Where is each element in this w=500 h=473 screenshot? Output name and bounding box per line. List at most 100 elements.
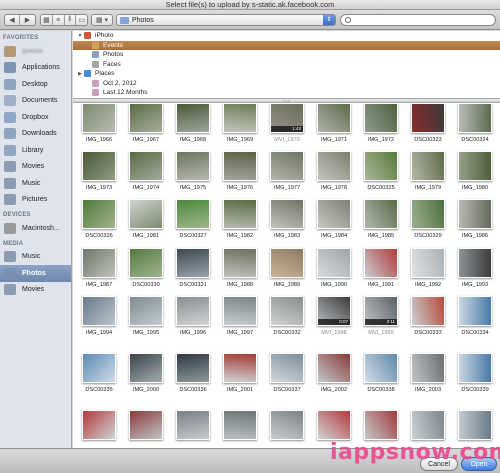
sidebar-item-applications[interactable]: Applications bbox=[0, 60, 71, 77]
browser-row-label: Places bbox=[95, 70, 115, 78]
toolbar: ◀ ▶ ▦ ≡ ⫴ ▭ ▦ ▾ Photos ⇕ bbox=[0, 10, 500, 30]
photo-image bbox=[411, 199, 445, 229]
location-popup[interactable]: Photos ⇕ bbox=[116, 14, 336, 26]
disclosure-triangle-icon[interactable]: ▶ bbox=[76, 71, 84, 77]
browser-row-oct-2-2012[interactable]: Oct 2, 2012 bbox=[73, 79, 500, 89]
video-duration: 0:07 bbox=[318, 319, 350, 325]
arrange-button[interactable]: ▦ ▾ bbox=[92, 15, 112, 25]
photo-image bbox=[129, 248, 163, 278]
photo-image bbox=[270, 199, 304, 229]
photo-image bbox=[82, 199, 116, 229]
sidebar-item-downloads[interactable]: Downloads bbox=[0, 126, 71, 143]
photo-image bbox=[458, 103, 492, 133]
sidebar-item-music[interactable]: Music bbox=[0, 249, 71, 266]
photo-image bbox=[411, 353, 445, 383]
photo-image bbox=[129, 103, 163, 133]
photo-image bbox=[270, 248, 304, 278]
photo-image bbox=[270, 410, 304, 440]
photo-image bbox=[317, 151, 351, 181]
browser-row-last-12-months[interactable]: Last 12 Months bbox=[73, 88, 500, 98]
browser-row-label: Events bbox=[103, 41, 123, 49]
sidebar-item-library[interactable]: Library bbox=[0, 142, 71, 159]
icon-view-button[interactable]: ▦ bbox=[41, 15, 53, 25]
browser-row-label: Last 12 Months bbox=[103, 89, 148, 97]
hard-drive-icon bbox=[4, 222, 16, 234]
photo-caption: DSC00334 bbox=[461, 330, 489, 336]
photo-image bbox=[129, 410, 163, 440]
photo-image bbox=[223, 151, 257, 181]
photo-image bbox=[411, 296, 445, 326]
video-duration: 1:42 bbox=[271, 126, 303, 132]
back-forward-control: ◀ ▶ bbox=[4, 14, 36, 26]
browser-row-faces[interactable]: Faces bbox=[73, 60, 500, 70]
popup-arrows-icon: ⇕ bbox=[323, 15, 335, 25]
browser-item-icon bbox=[92, 60, 99, 68]
search-field[interactable] bbox=[340, 14, 496, 26]
window-title: Select file(s) to upload by s-static.ak.… bbox=[165, 0, 335, 9]
library-folder-icon bbox=[4, 144, 16, 156]
browser-row-places[interactable]: ▶ Places bbox=[73, 69, 500, 79]
column-view-button[interactable]: ⫴ bbox=[65, 15, 77, 25]
photo-caption: IMG_1986 bbox=[461, 233, 489, 239]
photo-grid: IMG_1966 IMG_1967 IMG_1968 IMG_1969 1:42 MVI_… bbox=[73, 103, 500, 448]
sidebar-item-movies[interactable]: Movies bbox=[0, 159, 71, 176]
sidebar-item-label: Pictures bbox=[22, 196, 48, 204]
sidebar-item-macintosh[interactable]: Macintosh... bbox=[0, 220, 71, 237]
forward-button[interactable]: ▶ bbox=[20, 15, 35, 25]
browser-row-photos[interactable]: Photos bbox=[73, 50, 500, 60]
photo-image bbox=[176, 103, 210, 133]
photo-image bbox=[82, 353, 116, 383]
sidebar-heading: MEDIA bbox=[3, 240, 24, 247]
sidebar-item-label: ipwww bbox=[22, 47, 43, 55]
photos-icon bbox=[4, 267, 16, 279]
sidebar: FAVORITES ipwww Applications Desktop Documen… bbox=[0, 31, 72, 448]
photo-image bbox=[223, 353, 257, 383]
sidebar-item-pictures[interactable]: Pictures bbox=[0, 192, 71, 209]
photo-image bbox=[458, 410, 492, 440]
photo-image bbox=[317, 410, 351, 440]
photo-image bbox=[317, 353, 351, 383]
sidebar-heading: FAVORITES bbox=[3, 35, 39, 41]
sidebar-item-label: Desktop bbox=[22, 80, 48, 88]
photo-image: 2:11 bbox=[364, 296, 398, 326]
photo-image bbox=[458, 248, 492, 278]
folder-icon bbox=[120, 16, 129, 24]
cover-flow-button[interactable]: ▭ bbox=[76, 15, 87, 25]
sidebar-item-label: Movies bbox=[22, 163, 45, 171]
dropbox-icon bbox=[4, 111, 16, 123]
browser-row-events[interactable]: Events bbox=[73, 40, 500, 50]
watermark: iappsnow.com bbox=[330, 440, 500, 465]
photo-image bbox=[364, 151, 398, 181]
photo-image bbox=[364, 410, 398, 440]
photo-caption: DSC00324 bbox=[461, 137, 489, 143]
sidebar-item-label: Movies bbox=[22, 286, 45, 294]
photo-caption: IMG_1993 bbox=[461, 282, 489, 288]
photo-image bbox=[317, 248, 351, 278]
sidebar-item-ipwww[interactable]: ipwww bbox=[0, 43, 71, 60]
photo-image bbox=[317, 103, 351, 133]
photo-image bbox=[129, 199, 163, 229]
photo-image bbox=[82, 151, 116, 181]
sidebar-item-documents[interactable]: Documents bbox=[0, 93, 71, 110]
sidebar-item-music[interactable]: Music bbox=[0, 175, 71, 192]
sidebar-item-photos[interactable]: Photos bbox=[0, 265, 71, 282]
photo-image bbox=[458, 353, 492, 383]
photo-image bbox=[411, 248, 445, 278]
applications-icon bbox=[4, 62, 16, 74]
disclosure-triangle-icon[interactable]: ▼ bbox=[76, 33, 84, 39]
photo-caption: DSC00339 bbox=[461, 387, 489, 393]
photo-image bbox=[223, 248, 257, 278]
sidebar-item-dropbox[interactable]: Dropbox bbox=[0, 109, 71, 126]
browser-row-label: Oct 2, 2012 bbox=[103, 79, 137, 87]
sidebar-item-movies[interactable]: Movies bbox=[0, 282, 71, 299]
list-view-button[interactable]: ≡ bbox=[53, 15, 65, 25]
browser-item-icon bbox=[92, 79, 99, 87]
browser-row-iphoto[interactable]: ▼ iPhoto bbox=[73, 31, 500, 41]
search-icon bbox=[345, 17, 351, 23]
sidebar-item-label: Applications bbox=[22, 64, 60, 72]
sidebar-item-desktop[interactable]: Desktop bbox=[0, 76, 71, 93]
back-button[interactable]: ◀ bbox=[5, 15, 20, 25]
sidebar-item-label: Photos bbox=[22, 269, 46, 277]
sidebar-item-label: Music bbox=[22, 253, 41, 261]
photo-image bbox=[176, 199, 210, 229]
